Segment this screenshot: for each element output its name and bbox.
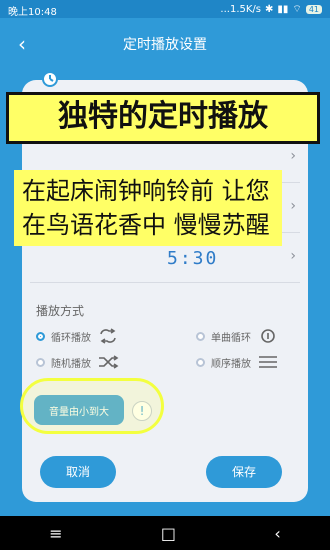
- option-shuffle[interactable]: 随机播放: [36, 352, 119, 372]
- repeat-icon: [100, 328, 116, 344]
- repeat-one-icon: [261, 329, 275, 343]
- network-speed: ...1.5K/s: [220, 4, 261, 15]
- option-single-loop[interactable]: 单曲循环: [196, 326, 279, 346]
- radio-selected[interactable]: [36, 331, 45, 341]
- overlay-text: 在起床闹钟响铃前 让您在鸟语花香中 慢慢苏醒: [14, 170, 282, 246]
- alarm-clock-icon: [42, 71, 58, 87]
- status-icons: ...1.5K/s ✱ ▮▮ ⌔ 41: [220, 3, 322, 16]
- status-bar: 晚上10:48 ...1.5K/s ✱ ▮▮ ⌔ 41: [0, 0, 330, 18]
- option-label: 顺序播放: [211, 358, 251, 370]
- radio-unselected[interactable]: [36, 357, 45, 367]
- list-order-icon: [259, 356, 277, 368]
- chevron-right-icon: ›: [290, 248, 296, 264]
- option-order[interactable]: 顺序播放: [196, 352, 279, 372]
- top-bar: ‹ 定时播放设置: [0, 18, 330, 74]
- option-loop[interactable]: 循环播放: [36, 326, 119, 346]
- home-icon[interactable]: □: [161, 524, 176, 543]
- option-label: 循环播放: [51, 332, 91, 344]
- option-label: 随机播放: [51, 358, 91, 370]
- play-mode-title: 播放方式: [36, 304, 85, 318]
- signal-icon: ▮▮: [277, 4, 289, 15]
- radio-unselected[interactable]: [196, 331, 205, 341]
- chevron-right-icon: ›: [290, 148, 296, 164]
- wifi-icon: ⌔: [292, 4, 302, 15]
- back-nav-icon[interactable]: ‹: [274, 524, 280, 543]
- page-title: 定时播放设置: [123, 37, 207, 53]
- alarm-time[interactable]: 5:30: [167, 248, 218, 269]
- save-button[interactable]: 保存: [206, 456, 282, 488]
- cancel-button[interactable]: 取消: [40, 456, 116, 488]
- radio-unselected[interactable]: [196, 357, 205, 367]
- highlight-ring: [20, 378, 164, 434]
- battery-icon: 41: [305, 5, 322, 14]
- status-time: 晚上10:48: [8, 7, 57, 18]
- shuffle-icon: [99, 355, 119, 369]
- navigation-bar: ≡ □ ‹: [0, 516, 330, 550]
- option-label: 单曲循环: [211, 332, 251, 344]
- menu-icon[interactable]: ≡: [49, 524, 62, 543]
- chevron-right-icon: ›: [290, 198, 296, 214]
- overlay-title: 独特的定时播放: [6, 92, 320, 144]
- bluetooth-icon: ✱: [265, 4, 274, 15]
